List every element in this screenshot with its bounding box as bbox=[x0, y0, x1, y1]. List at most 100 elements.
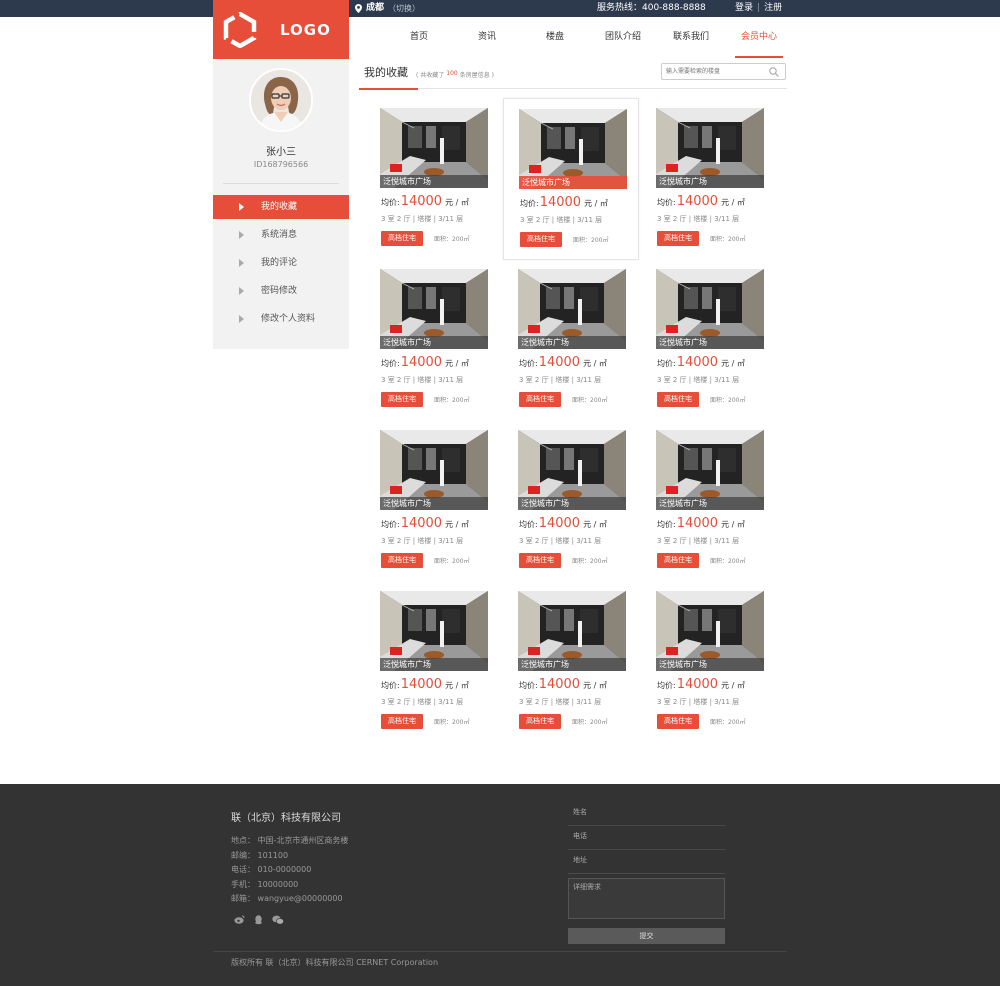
listing-thumbnail[interactable]: 泛悦城市广场 bbox=[656, 591, 764, 671]
sidebar-item-4[interactable]: 修改个人资料 bbox=[213, 307, 349, 331]
form-name-field[interactable]: 姓名 bbox=[568, 802, 725, 826]
listing-card[interactable]: 泛悦城市广场 均价: 14000 元 / ㎡ 3 室 2 厅 | 塔楼 | 3/… bbox=[641, 581, 777, 743]
listing-thumbnail[interactable]: 泛悦城市广场 bbox=[656, 269, 764, 349]
listing-price: 均价: 14000 元 / ㎡ bbox=[657, 355, 745, 370]
listing-specs: 3 室 2 厅 | 塔楼 | 3/11 层 bbox=[657, 215, 740, 223]
listing-area: 面积：200㎡ bbox=[434, 397, 470, 404]
listing-tag[interactable]: 高档住宅 bbox=[381, 392, 423, 407]
member-sidebar: 张小三 ID168796566 我的收藏 系统消息 我的评论 密码修改 修改个人资料 bbox=[213, 59, 349, 349]
register-link[interactable]: 注册 bbox=[764, 0, 782, 17]
city-switch-link[interactable]: （切换） bbox=[388, 0, 420, 17]
listing-thumbnail[interactable]: 泛悦城市广场 bbox=[380, 108, 488, 188]
listing-thumbnail[interactable]: 泛悦城市广场 bbox=[380, 430, 488, 510]
listing-caption: 泛悦城市广场 bbox=[656, 175, 764, 188]
sidebar-item-1[interactable]: 系统消息 bbox=[213, 223, 349, 247]
avatar[interactable] bbox=[249, 68, 313, 132]
listing-specs: 3 室 2 厅 | 塔楼 | 3/11 层 bbox=[381, 215, 464, 223]
listing-caption: 泛悦城市广场 bbox=[656, 658, 764, 671]
qq-icon[interactable] bbox=[254, 915, 263, 925]
listing-price: 均价: 14000 元 / ㎡ bbox=[519, 516, 607, 531]
listing-price: 均价: 14000 元 / ㎡ bbox=[657, 194, 745, 209]
price-label: 均价: bbox=[381, 681, 400, 690]
listing-card[interactable]: 泛悦城市广场 均价: 14000 元 / ㎡ 3 室 2 厅 | 塔楼 | 3/… bbox=[365, 581, 501, 743]
sidebar-item-label: 我的收藏 bbox=[261, 202, 298, 212]
search-input[interactable] bbox=[666, 65, 766, 78]
triangle-right-icon bbox=[239, 287, 244, 295]
listing-card[interactable]: 泛悦城市广场 均价: 14000 元 / ㎡ 3 室 2 厅 | 塔楼 | 3/… bbox=[365, 98, 501, 260]
nav-item-0[interactable]: 首页 bbox=[385, 17, 453, 58]
form-submit-button[interactable]: 提交 bbox=[568, 928, 725, 944]
price-value: 14000 bbox=[400, 194, 443, 209]
listing-thumbnail[interactable]: 泛悦城市广场 bbox=[380, 269, 488, 349]
auth-links: 登录 | 注册 bbox=[735, 0, 782, 17]
listing-caption: 泛悦城市广场 bbox=[380, 658, 488, 671]
listing-tag[interactable]: 高档住宅 bbox=[519, 714, 561, 729]
search-icon[interactable] bbox=[769, 67, 779, 77]
price-value: 14000 bbox=[539, 195, 582, 210]
listing-card[interactable]: 泛悦城市广场 均价: 14000 元 / ㎡ 3 室 2 厅 | 塔楼 | 3/… bbox=[503, 420, 639, 582]
listing-tag[interactable]: 高档住宅 bbox=[657, 553, 699, 568]
listing-card[interactable]: 泛悦城市广场 均价: 14000 元 / ㎡ 3 室 2 厅 | 塔楼 | 3/… bbox=[641, 259, 777, 421]
listing-card[interactable]: 泛悦城市广场 均价: 14000 元 / ㎡ 3 室 2 厅 | 塔楼 | 3/… bbox=[641, 98, 777, 260]
listing-tag[interactable]: 高档住宅 bbox=[381, 553, 423, 568]
price-label: 均价: bbox=[657, 520, 676, 529]
footer-company: 联（北京）科技有限公司 bbox=[231, 813, 341, 824]
price-label: 均价: bbox=[520, 199, 539, 208]
listing-price: 均价: 14000 元 / ㎡ bbox=[381, 516, 469, 531]
listing-tag[interactable]: 高档住宅 bbox=[381, 714, 423, 729]
listing-card[interactable]: 泛悦城市广场 均价: 14000 元 / ㎡ 3 室 2 厅 | 塔楼 | 3/… bbox=[503, 581, 639, 743]
sidebar-menu: 我的收藏系统消息我的评论密码修改修改个人资料 bbox=[213, 195, 349, 335]
form-message-textarea[interactable]: 详细需求 bbox=[568, 878, 725, 919]
login-link[interactable]: 登录 bbox=[735, 0, 753, 17]
listing-card[interactable]: 泛悦城市广场 均价: 14000 元 / ㎡ 3 室 2 厅 | 塔楼 | 3/… bbox=[503, 98, 639, 260]
listing-tag[interactable]: 高档住宅 bbox=[657, 714, 699, 729]
listing-tag[interactable]: 高档住宅 bbox=[519, 392, 561, 407]
form-phone-field[interactable]: 电话 bbox=[568, 826, 725, 850]
price-unit: 元 / ㎡ bbox=[445, 198, 469, 207]
price-unit: 元 / ㎡ bbox=[445, 681, 469, 690]
nav-item-3[interactable]: 团队介绍 bbox=[589, 17, 657, 58]
listing-card[interactable]: 泛悦城市广场 均价: 14000 元 / ㎡ 3 室 2 厅 | 塔楼 | 3/… bbox=[641, 420, 777, 582]
listing-tag[interactable]: 高档住宅 bbox=[519, 553, 561, 568]
site-logo[interactable]: LOGO bbox=[213, 0, 349, 59]
section-title: 我的收藏 bbox=[359, 62, 418, 90]
listing-tag[interactable]: 高档住宅 bbox=[657, 231, 699, 246]
footer-copyright: 版权所有 联（北京）科技有限公司 CERNET Corporation bbox=[231, 958, 439, 967]
sidebar-item-2[interactable]: 我的评论 bbox=[213, 251, 349, 275]
nav-item-4[interactable]: 联系我们 bbox=[657, 17, 725, 58]
service-hotline: 服务热线：400-888-8888 bbox=[597, 3, 706, 13]
listing-thumbnail[interactable]: 泛悦城市广场 bbox=[656, 108, 764, 188]
nav-item-1[interactable]: 资讯 bbox=[453, 17, 521, 58]
wechat-icon[interactable] bbox=[272, 915, 284, 925]
nav-item-5[interactable]: 会员中心 bbox=[725, 17, 793, 58]
price-value: 14000 bbox=[400, 677, 443, 692]
nav-item-2[interactable]: 楼盘 bbox=[521, 17, 589, 58]
listing-thumbnail[interactable]: 泛悦城市广场 bbox=[519, 109, 627, 189]
form-address-field[interactable]: 地址 bbox=[568, 850, 725, 874]
price-value: 14000 bbox=[538, 677, 581, 692]
price-unit: 元 / ㎡ bbox=[445, 359, 469, 368]
listing-card[interactable]: 泛悦城市广场 均价: 14000 元 / ㎡ 3 室 2 厅 | 塔楼 | 3/… bbox=[365, 420, 501, 582]
city-selector[interactable]: 成都 （切换） bbox=[355, 0, 420, 17]
listing-specs: 3 室 2 厅 | 塔楼 | 3/11 层 bbox=[519, 537, 602, 545]
listing-thumbnail[interactable]: 泛悦城市广场 bbox=[518, 591, 626, 671]
listing-caption: 泛悦城市广场 bbox=[656, 336, 764, 349]
listing-thumbnail[interactable]: 泛悦城市广场 bbox=[656, 430, 764, 510]
listing-thumbnail[interactable]: 泛悦城市广场 bbox=[518, 430, 626, 510]
listing-specs: 3 室 2 厅 | 塔楼 | 3/11 层 bbox=[657, 698, 740, 706]
sidebar-item-0[interactable]: 我的收藏 bbox=[213, 195, 349, 219]
listing-thumbnail[interactable]: 泛悦城市广场 bbox=[380, 591, 488, 671]
price-unit: 元 / ㎡ bbox=[721, 198, 745, 207]
sidebar-item-label: 修改个人资料 bbox=[261, 314, 316, 324]
listing-card[interactable]: 泛悦城市广场 均价: 14000 元 / ㎡ 3 室 2 厅 | 塔楼 | 3/… bbox=[365, 259, 501, 421]
listing-thumbnail[interactable]: 泛悦城市广场 bbox=[518, 269, 626, 349]
listing-tag[interactable]: 高档住宅 bbox=[381, 231, 423, 246]
listing-card[interactable]: 泛悦城市广场 均价: 14000 元 / ㎡ 3 室 2 厅 | 塔楼 | 3/… bbox=[503, 259, 639, 421]
listing-tag[interactable]: 高档住宅 bbox=[520, 232, 562, 247]
footer-social bbox=[234, 915, 284, 925]
footer-line-postcode: 邮编： 101100 bbox=[231, 850, 289, 860]
listing-area: 面积：200㎡ bbox=[710, 558, 746, 565]
weibo-icon[interactable] bbox=[234, 915, 245, 924]
sidebar-item-3[interactable]: 密码修改 bbox=[213, 279, 349, 303]
listing-tag[interactable]: 高档住宅 bbox=[657, 392, 699, 407]
